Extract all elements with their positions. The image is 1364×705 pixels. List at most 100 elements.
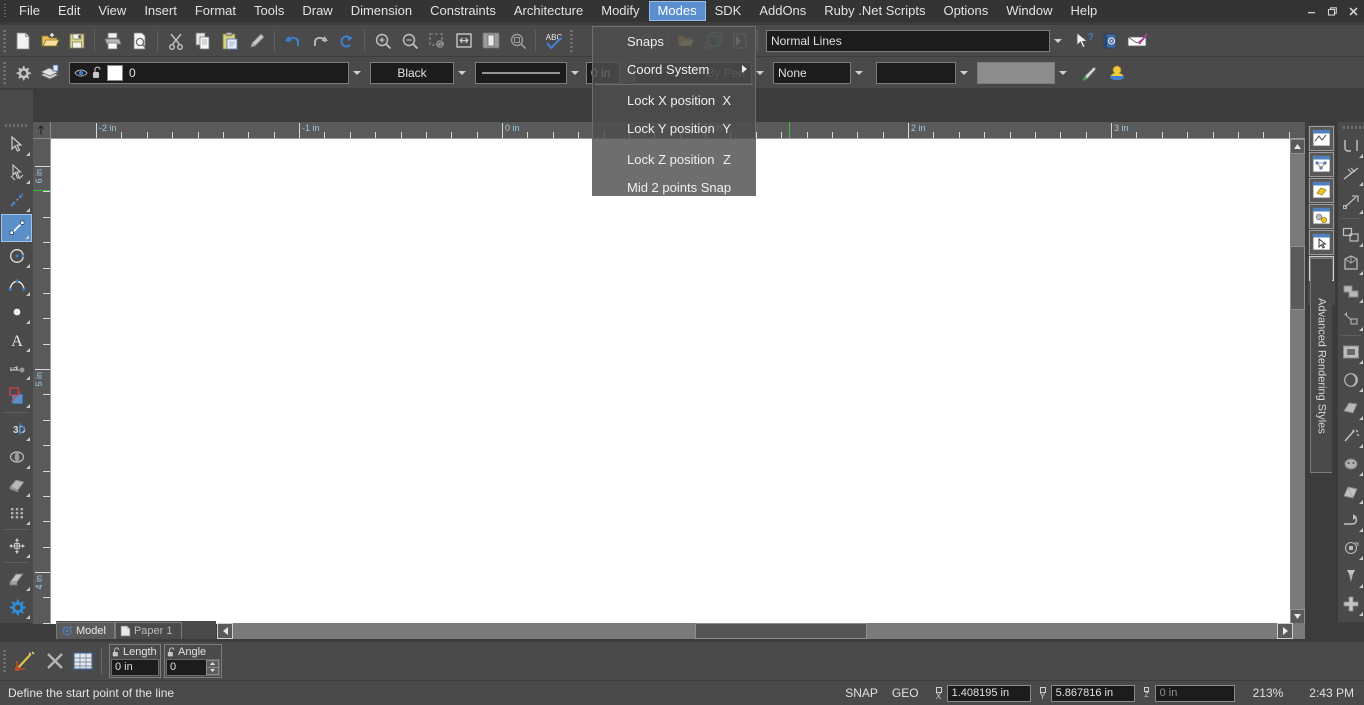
x-coordinate[interactable]: 1.408195 in	[947, 685, 1031, 702]
fillet-icon[interactable]	[1338, 132, 1364, 160]
menu-architecture[interactable]: Architecture	[505, 1, 592, 21]
angle-input[interactable]: 0	[166, 659, 220, 676]
address-book-icon[interactable]	[1096, 27, 1123, 55]
ruler-origin-corner[interactable]	[33, 122, 51, 139]
spellcheck-icon[interactable]: ABC	[540, 27, 567, 55]
zoom-out-icon[interactable]	[396, 27, 423, 55]
save-floppy-icon[interactable]	[63, 27, 90, 55]
canvas[interactable]	[51, 139, 1305, 624]
table-properties-icon[interactable]	[69, 647, 97, 675]
line-style-combo[interactable]	[475, 62, 567, 84]
angle-spinner[interactable]	[206, 660, 219, 675]
blend-icon[interactable]	[1338, 422, 1364, 450]
render-style-combo-arrow[interactable]	[1050, 30, 1065, 52]
zoom-level[interactable]: 213%	[1253, 686, 1284, 700]
hatch-combo[interactable]: None	[773, 62, 851, 84]
text-tool[interactable]: A	[1, 326, 32, 354]
pan-icon[interactable]	[504, 27, 531, 55]
vertical-scrollbar[interactable]	[1290, 139, 1305, 624]
horizontal-scrollbar[interactable]	[217, 623, 1305, 639]
settings-tool[interactable]	[1, 593, 32, 621]
menubar-grip[interactable]	[0, 0, 10, 22]
redo-icon[interactable]	[306, 27, 333, 55]
pen-color-combo-arrow[interactable]	[454, 62, 469, 84]
menu-dimension[interactable]: Dimension	[342, 1, 421, 21]
copy-icon[interactable]	[189, 27, 216, 55]
minimize-button[interactable]	[1301, 0, 1322, 22]
restore-button[interactable]	[1322, 0, 1343, 22]
hatch-fill-tool[interactable]	[1, 382, 32, 410]
horizontal-scroll-thumb[interactable]	[695, 623, 867, 639]
scale-icon[interactable]	[1338, 305, 1364, 333]
menu-tools[interactable]: Tools	[245, 1, 293, 21]
print-preview-icon[interactable]	[126, 27, 153, 55]
smooth-icon[interactable]	[1338, 450, 1364, 478]
advanced-rendering-styles-tab[interactable]: Advanced Rendering Styles	[1310, 258, 1332, 473]
array-icon[interactable]	[1338, 534, 1364, 562]
zoom-in-icon[interactable]	[369, 27, 396, 55]
pen-color-combo[interactable]: Black	[370, 62, 454, 84]
menu-window[interactable]: Window	[997, 1, 1061, 21]
structure-panel-button[interactable]	[1309, 152, 1334, 177]
menu-item-lock-x-position[interactable]: Lock X positionX	[593, 86, 755, 114]
paste-clipboard-icon[interactable]	[216, 27, 243, 55]
modes-dropdown-menu[interactable]: SnapsCoord System Lock X positionXLock Y …	[592, 26, 756, 196]
y-coordinate[interactable]: 5.867816 in	[1051, 685, 1135, 702]
layer-combo-arrow[interactable]	[349, 62, 364, 84]
tab-paper-1[interactable]: Paper 1	[115, 622, 182, 639]
menu-insert[interactable]: Insert	[135, 1, 186, 21]
point-tool[interactable]	[1, 298, 32, 326]
frame-icon[interactable]	[1338, 338, 1364, 366]
length-lock-icon[interactable]	[112, 647, 121, 657]
menu-file[interactable]: File	[10, 1, 49, 21]
screw-icon[interactable]	[1338, 562, 1364, 590]
menu-options[interactable]: Options	[934, 1, 997, 21]
menu-help[interactable]: Help	[1062, 1, 1107, 21]
scroll-right-button[interactable]	[1277, 623, 1293, 639]
undo-icon[interactable]	[279, 27, 306, 55]
line-tool[interactable]	[1, 214, 32, 242]
settings-gear-icon[interactable]	[9, 59, 36, 87]
menu-constraints[interactable]: Constraints	[421, 1, 505, 21]
circle-tool[interactable]	[1, 242, 32, 270]
trim-icon[interactable]	[1338, 160, 1364, 188]
menu-item-snaps[interactable]: Snaps	[593, 27, 755, 55]
node-edit-tool[interactable]	[1, 158, 32, 186]
zoom-window-icon[interactable]	[423, 27, 450, 55]
scroll-left-button[interactable]	[217, 623, 233, 639]
snap-toggle[interactable]: SNAP	[845, 686, 878, 700]
menu-item-lock-y-position[interactable]: Lock Y positionY	[593, 114, 755, 142]
unlock-icon[interactable]	[92, 66, 102, 79]
print-icon[interactable]	[99, 27, 126, 55]
length-input[interactable]: 0 in	[111, 659, 159, 676]
command-bar-grip[interactable]	[0, 647, 9, 675]
vertical-ruler[interactable]: 6 in5 in4 in	[33, 139, 51, 624]
selection-panel-button[interactable]	[1309, 230, 1334, 255]
revolve-tool[interactable]	[1, 443, 32, 471]
materials-panel-button[interactable]	[1309, 178, 1334, 203]
main-toolbar-grip[interactable]	[0, 27, 9, 55]
add-icon[interactable]	[1338, 590, 1364, 618]
style-combo-2[interactable]	[977, 62, 1055, 84]
point-line-tool[interactable]	[1, 186, 32, 214]
solids-tool[interactable]	[1, 471, 32, 499]
extrude-tool[interactable]	[1, 565, 32, 593]
mail-icon[interactable]	[1123, 27, 1150, 55]
window-layout-panel-button[interactable]	[1309, 126, 1334, 151]
menu-edit[interactable]: Edit	[49, 1, 89, 21]
layer-combo[interactable]: 0	[69, 62, 349, 84]
move-tool[interactable]	[1, 532, 32, 560]
angle-lock-icon[interactable]	[167, 647, 176, 657]
offset-icon[interactable]	[1338, 221, 1364, 249]
menu-item-mid-2-points-snap[interactable]: Mid 2 points Snap	[593, 173, 755, 201]
shell-icon[interactable]	[1338, 366, 1364, 394]
menu-item-coord-system[interactable]: Coord System	[593, 55, 755, 83]
layer-color-swatch[interactable]	[107, 65, 123, 81]
menu-modes[interactable]: Modes	[649, 1, 706, 21]
cancel-x-icon[interactable]	[41, 647, 69, 675]
eyedropper-icon[interactable]	[1076, 59, 1103, 87]
mesh-grid-tool[interactable]	[1, 499, 32, 527]
z-coordinate[interactable]: 0 in	[1155, 685, 1235, 702]
menu-modify[interactable]: Modify	[592, 1, 648, 21]
select-arrow-tool[interactable]	[1, 130, 32, 158]
